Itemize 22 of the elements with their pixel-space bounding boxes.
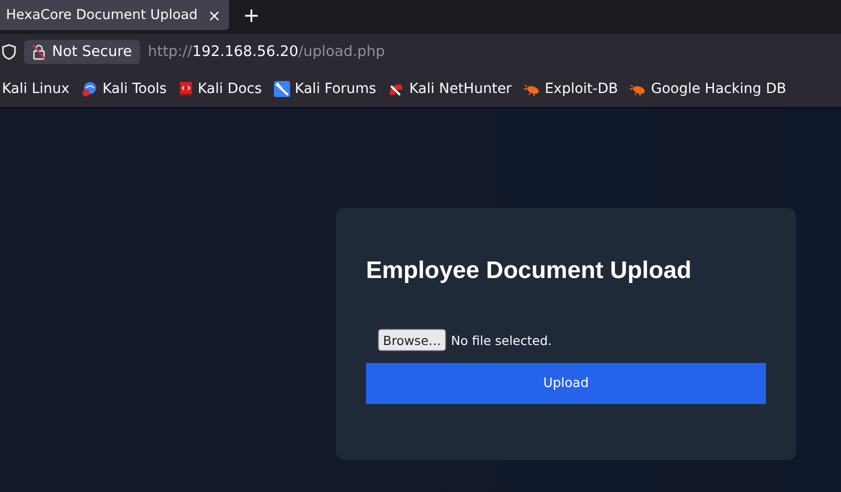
bookmark-link[interactable]: Exploit-DB	[544, 80, 618, 96]
crossed-lock-icon	[32, 44, 46, 60]
browse-button[interactable]: Browse…	[378, 329, 446, 351]
url-text[interactable]: http://192.168.56.20/upload.php	[148, 44, 385, 60]
tab-title: HexaCore Document Upload	[6, 7, 198, 23]
book-icon[interactable]	[178, 80, 193, 96]
file-status-text: No file selected.	[451, 332, 552, 348]
card-title: Employee Document Upload	[366, 257, 692, 285]
bookmark-link[interactable]: Kali Tools	[102, 80, 167, 96]
bookmark-link[interactable]: Kali Docs	[198, 80, 262, 96]
bug-icon[interactable]	[524, 82, 540, 96]
bug-icon[interactable]	[630, 82, 646, 96]
security-badge[interactable]: Not Secure	[24, 40, 140, 64]
browser-tab[interactable]: HexaCore Document Upload ×	[0, 0, 229, 30]
bookmark-link[interactable]: Kali Forums	[294, 80, 376, 96]
bookmark-link[interactable]: Kali Linux	[2, 80, 70, 96]
bookmark-link[interactable]: Google Hacking DB	[650, 80, 786, 96]
close-tab-button[interactable]: ×	[208, 6, 221, 24]
upload-button[interactable]: Upload	[366, 363, 766, 404]
bookmark-link[interactable]: Kali NetHunter	[409, 80, 512, 96]
shield-icon[interactable]	[2, 44, 16, 60]
new-tab-button[interactable]: +	[242, 2, 260, 28]
